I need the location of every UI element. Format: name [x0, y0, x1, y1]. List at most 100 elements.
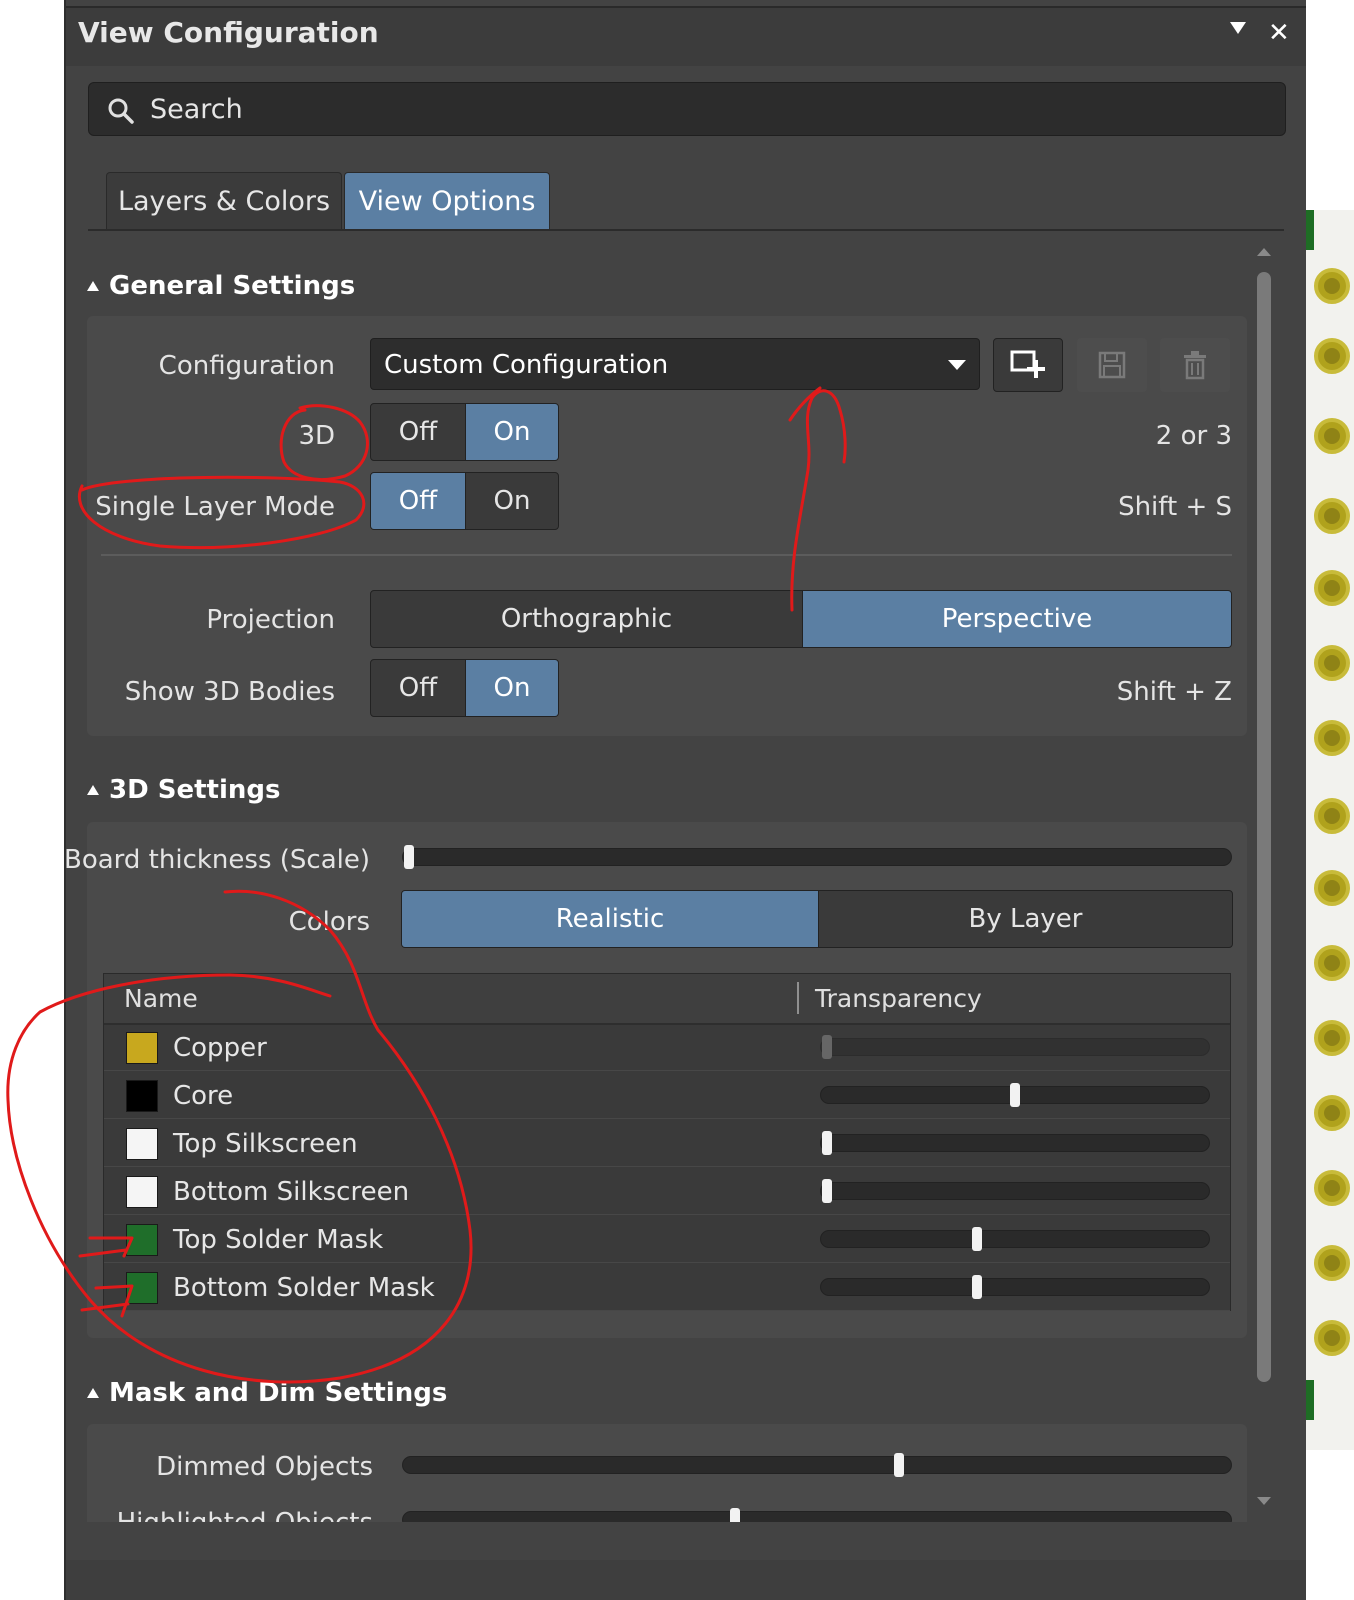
layer-name: Top Silkscreen — [173, 1129, 358, 1159]
transparency-slider[interactable] — [820, 1134, 1210, 1152]
section-general-settings[interactable]: General Settings — [109, 271, 355, 301]
3d-on-button[interactable]: On — [465, 404, 558, 460]
dimmed-objects-slider[interactable] — [402, 1456, 1232, 1474]
column-separator[interactable] — [797, 982, 799, 1014]
transparency-slider-thumb[interactable] — [972, 1275, 983, 1299]
show-3d-bodies-label: Show 3D Bodies — [124, 677, 335, 707]
pcb-pad — [1314, 338, 1350, 374]
single-layer-hotkey: Shift + S — [1118, 492, 1232, 522]
collapse-triangle-icon[interactable] — [87, 281, 99, 291]
pcb-pad — [1314, 720, 1350, 756]
table-header — [104, 974, 1230, 1025]
transparency-slider-thumb[interactable] — [822, 1179, 832, 1203]
layer-name: Core — [173, 1081, 234, 1111]
layer-color-swatch[interactable] — [126, 1176, 158, 1208]
save-configuration-button[interactable] — [1077, 338, 1147, 392]
dimmed-objects-slider-thumb[interactable] — [893, 1453, 904, 1477]
collapse-triangle-icon[interactable] — [87, 785, 99, 795]
3d-off-button[interactable]: Off — [371, 404, 465, 460]
collapse-triangle-icon[interactable] — [87, 1388, 99, 1398]
by-layer-button[interactable]: By Layer — [818, 891, 1232, 947]
scroll-down-arrow-icon[interactable] — [1257, 1497, 1271, 1505]
layer-name: Top Solder Mask — [173, 1225, 384, 1255]
pcb-pad — [1314, 268, 1350, 304]
pcb-pad — [1314, 870, 1350, 906]
layer-color-swatch[interactable] — [126, 1128, 158, 1160]
configuration-label: Configuration — [158, 351, 335, 381]
layer-name: Bottom Silkscreen — [173, 1177, 410, 1207]
search-icon — [106, 96, 136, 130]
tab-layers-colors[interactable]: Layers & Colors — [106, 172, 342, 230]
perspective-button[interactable]: Perspective — [802, 591, 1231, 647]
board-thickness-label: Board thickness (Scale) — [64, 845, 370, 875]
transparency-slider[interactable] — [820, 1038, 1210, 1056]
divider — [101, 554, 1232, 556]
colors-mode-toggle: Realistic By Layer — [401, 890, 1233, 948]
transparency-slider-thumb[interactable] — [1010, 1083, 1020, 1107]
pcb-pad — [1314, 570, 1350, 606]
configuration-value: Custom Configuration — [384, 350, 669, 380]
3d-hotkey: 2 or 3 — [1155, 421, 1232, 451]
panel-menu-icon[interactable] — [1230, 22, 1246, 34]
save-icon — [1098, 351, 1126, 379]
transparency-slider-thumb[interactable] — [822, 1035, 832, 1059]
tab-underline — [88, 229, 1284, 231]
panel-title: View Configuration — [78, 16, 379, 49]
pcb-pad — [1314, 1095, 1350, 1131]
pcb-pad — [1314, 1245, 1350, 1281]
layer-color-swatch[interactable] — [126, 1080, 158, 1112]
search-placeholder: Search — [150, 94, 243, 125]
pcb-trace — [1306, 1380, 1314, 1420]
pcb-pad — [1314, 1170, 1350, 1206]
pcb-pad — [1314, 1320, 1350, 1356]
section-3d-settings[interactable]: 3D Settings — [109, 775, 280, 805]
transparency-slider-thumb[interactable] — [822, 1131, 832, 1155]
pcb-trace — [1306, 210, 1314, 250]
show-3d-bodies-hotkey: Shift + Z — [1116, 677, 1232, 707]
projection-label: Projection — [206, 605, 335, 635]
orthographic-button[interactable]: Orthographic — [371, 591, 802, 647]
column-header-name[interactable]: Name — [124, 984, 198, 1013]
board-thickness-slider[interactable] — [402, 848, 1232, 866]
chevron-down-icon — [948, 360, 966, 370]
transparency-slider-thumb[interactable] — [972, 1227, 983, 1251]
layer-name: Bottom Solder Mask — [173, 1273, 435, 1303]
pcb-pad — [1314, 945, 1350, 981]
layer-color-swatch[interactable] — [126, 1272, 158, 1304]
realistic-button[interactable]: Realistic — [402, 891, 818, 947]
layer-color-swatch[interactable] — [126, 1224, 158, 1256]
single-layer-on-button[interactable]: On — [465, 473, 558, 529]
delete-configuration-button[interactable] — [1160, 338, 1230, 392]
column-header-transparency[interactable]: Transparency — [815, 984, 982, 1013]
pcb-pad — [1314, 498, 1350, 534]
single-layer-mode-toggle: Off On — [370, 472, 559, 530]
section-mask-dim-settings[interactable]: Mask and Dim Settings — [109, 1378, 447, 1408]
projection-toggle: Orthographic Perspective — [370, 590, 1232, 648]
add-configuration-button[interactable] — [993, 338, 1063, 392]
pcb-pad — [1314, 798, 1350, 834]
scroll-up-arrow-icon[interactable] — [1257, 248, 1271, 256]
show-3d-bodies-off-button[interactable]: Off — [371, 660, 465, 716]
panel-bottom-edge — [66, 1560, 1306, 1600]
scrollbar-thumb[interactable] — [1257, 272, 1271, 1382]
show-3d-bodies-toggle: Off On — [370, 659, 559, 717]
3d-toggle: Off On — [370, 403, 559, 461]
close-icon[interactable]: ✕ — [1268, 18, 1290, 48]
3d-label: 3D — [298, 421, 335, 451]
trash-icon — [1184, 351, 1206, 380]
tab-view-options[interactable]: View Options — [344, 172, 550, 230]
transparency-slider[interactable] — [820, 1182, 1210, 1200]
dimmed-objects-label: Dimmed Objects — [156, 1452, 373, 1482]
board-thickness-slider-thumb[interactable] — [404, 845, 414, 869]
single-layer-off-button[interactable]: Off — [371, 473, 465, 529]
colors-label: Colors — [288, 907, 370, 937]
pcb-pad — [1314, 418, 1350, 454]
pcb-pad — [1314, 645, 1350, 681]
search-input[interactable] — [88, 82, 1286, 136]
layer-name: Copper — [173, 1033, 267, 1063]
transparency-slider[interactable] — [820, 1230, 1210, 1248]
show-3d-bodies-on-button[interactable]: On — [465, 660, 558, 716]
transparency-slider[interactable] — [820, 1278, 1210, 1296]
add-configuration-icon — [1010, 350, 1045, 378]
layer-color-swatch[interactable] — [126, 1032, 158, 1064]
